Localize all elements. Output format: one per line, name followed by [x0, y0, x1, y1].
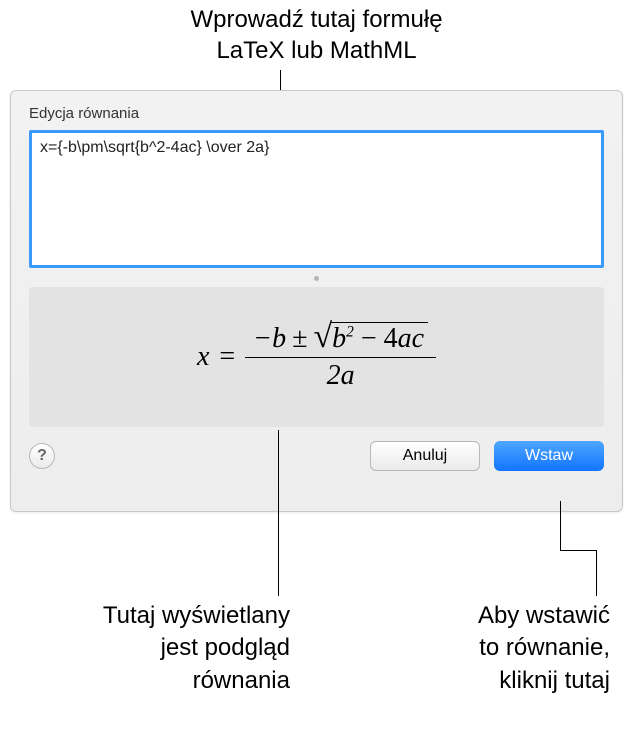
button-row: Anuluj Wstaw [370, 441, 604, 471]
equation-preview: x = −b ± √ b2 − 4ac 2a [29, 287, 604, 427]
resize-grip-icon[interactable] [303, 275, 331, 281]
callout-text: kliknij tutaj [350, 665, 610, 697]
equation-source-input[interactable] [29, 130, 604, 268]
eq-plusminus: ± [292, 323, 307, 355]
eq-numerator: −b ± √ b2 − 4ac [245, 322, 436, 357]
callout-text: Aby wstawić [350, 600, 610, 632]
eq-denominator: 2a [245, 357, 436, 392]
insert-button[interactable]: Wstaw [494, 441, 604, 471]
eq-minus-4: − 4 [361, 323, 398, 354]
eq-exp: 2 [346, 324, 354, 341]
eq-ac: ac [398, 323, 424, 354]
callout-text: jest podgląd [30, 632, 290, 664]
leader-line [560, 501, 561, 551]
callout-preview-hint: Tutaj wyświetlany jest podgląd równania [30, 600, 290, 697]
callout-text: to równanie, [350, 632, 610, 664]
leader-line [278, 430, 279, 596]
eq-equals: = [219, 341, 235, 373]
rendered-equation: x = −b ± √ b2 − 4ac 2a [197, 322, 436, 392]
eq-minus-b: −b [253, 323, 286, 355]
dialog-footer: ? Anuluj Wstaw [29, 441, 604, 471]
dialog-title: Edycja równania [29, 105, 604, 122]
eq-fraction: −b ± √ b2 − 4ac 2a [245, 322, 436, 392]
callout-insert-hint: Aby wstawić to równanie, kliknij tutaj [350, 600, 610, 697]
callout-input-hint: Wprowadź tutaj formułę LaTeX lub MathML [0, 0, 633, 66]
help-button[interactable]: ? [29, 443, 55, 469]
callout-text: Wprowadź tutaj formułę [0, 4, 633, 35]
help-icon: ? [37, 447, 47, 465]
leader-line [596, 550, 597, 596]
eq-radicand: b2 − 4ac [330, 322, 428, 355]
callout-text: LaTeX lub MathML [0, 35, 633, 66]
equation-editor-dialog: Edycja równania x = −b ± √ b2 − 4ac [10, 90, 623, 512]
eq-sqrt: √ b2 − 4ac [313, 322, 428, 355]
leader-line [560, 550, 596, 551]
callout-text: równania [30, 665, 290, 697]
eq-lhs: x [197, 341, 209, 373]
eq-b: b [332, 323, 346, 354]
callout-text: Tutaj wyświetlany [30, 600, 290, 632]
cancel-button[interactable]: Anuluj [370, 441, 480, 471]
